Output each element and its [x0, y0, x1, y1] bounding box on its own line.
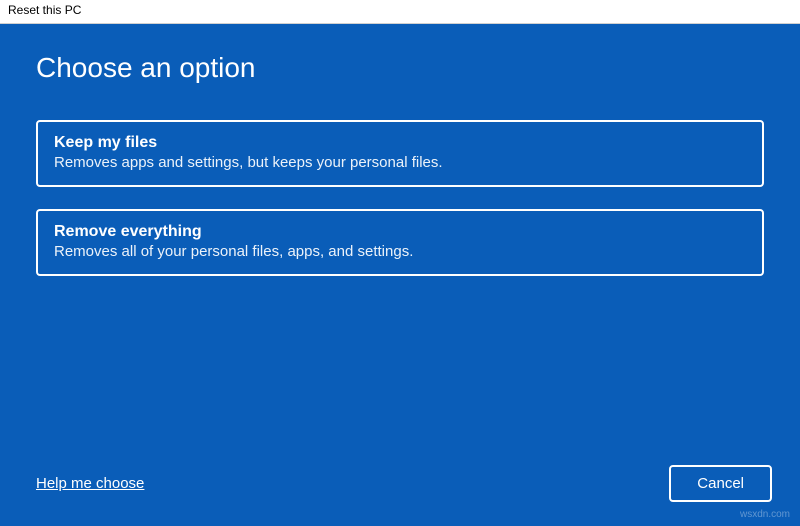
option-title: Remove everything	[54, 223, 746, 241]
watermark-text: wsxdn.com	[740, 509, 790, 520]
option-description: Removes apps and settings, but keeps you…	[54, 154, 746, 171]
option-remove-everything[interactable]: Remove everything Removes all of your pe…	[36, 209, 764, 276]
option-title: Keep my files	[54, 134, 746, 152]
window-title: Reset this PC	[8, 3, 81, 17]
option-keep-my-files[interactable]: Keep my files Removes apps and settings,…	[36, 120, 764, 187]
help-me-choose-link[interactable]: Help me choose	[36, 475, 144, 492]
cancel-button[interactable]: Cancel	[669, 465, 772, 502]
dialog-body: Choose an option Keep my files Removes a…	[0, 24, 800, 526]
dialog-footer: Help me choose Cancel	[36, 465, 772, 502]
window-titlebar: Reset this PC	[0, 0, 800, 24]
option-description: Removes all of your personal files, apps…	[54, 243, 746, 260]
dialog-heading: Choose an option	[36, 52, 764, 84]
options-container: Keep my files Removes apps and settings,…	[36, 120, 764, 276]
